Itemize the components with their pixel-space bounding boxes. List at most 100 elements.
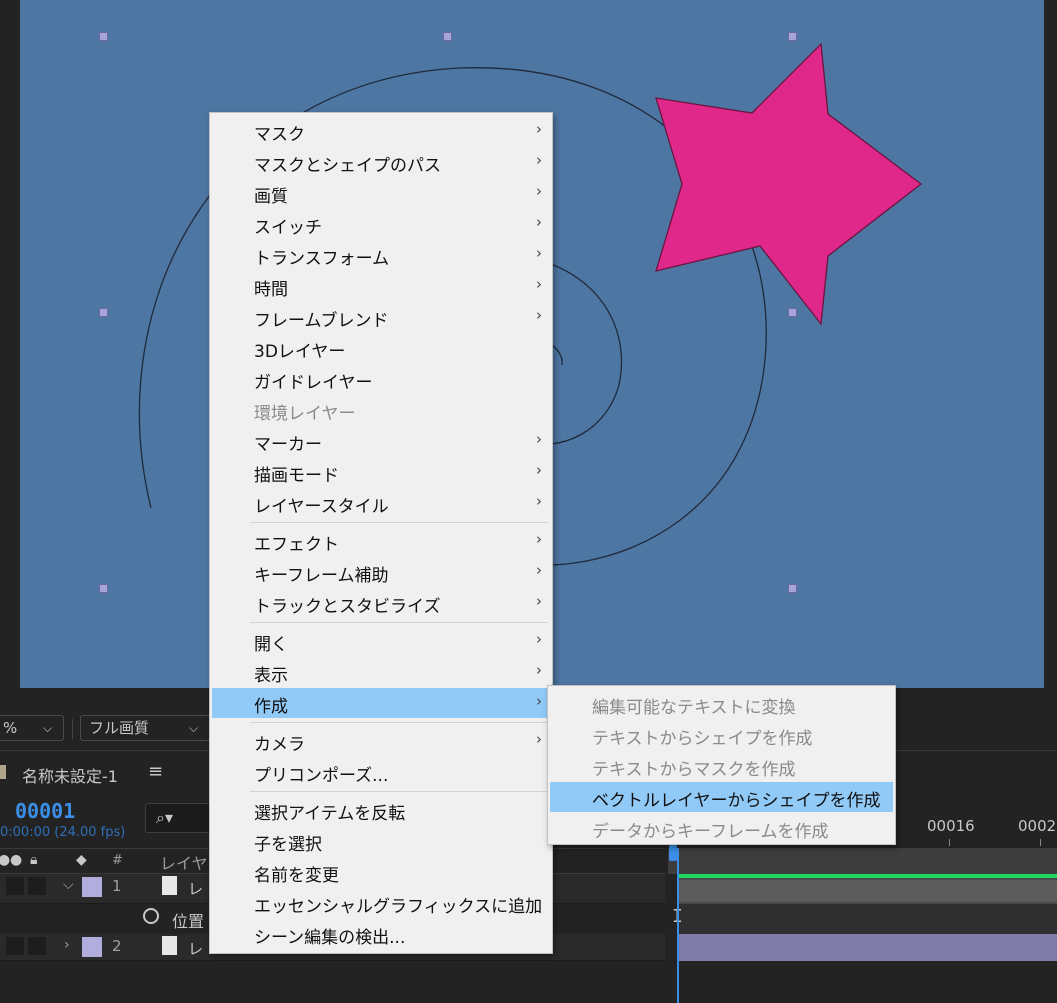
menu-item[interactable]: トラックとスタビライズ › xyxy=(212,588,550,618)
menu-item-label: 時間 xyxy=(254,280,288,300)
menu-item-label: 子を選択 xyxy=(254,835,322,855)
menu-item[interactable]: マーカー › xyxy=(212,426,550,456)
layer-number-header: # xyxy=(112,853,123,868)
eye-icon[interactable]: ● xyxy=(0,852,10,868)
menu-item[interactable]: 名前を変更 xyxy=(212,857,550,887)
menu-item[interactable]: マスク › xyxy=(212,116,550,146)
menu-item[interactable]: プリコンポーズ... xyxy=(212,757,550,787)
chevron-right-icon: › xyxy=(536,244,542,262)
menu-item[interactable]: カメラ › xyxy=(212,726,550,756)
solo-switch[interactable] xyxy=(6,937,24,955)
menu-item-label: 開く xyxy=(254,635,288,655)
chevron-right-icon: › xyxy=(536,530,542,548)
menu-item[interactable]: キーフレーム補助 › xyxy=(212,557,550,587)
chevron-right-icon: › xyxy=(536,692,542,710)
zoom-dropdown[interactable]: % ⌵ xyxy=(0,715,64,741)
menu-separator xyxy=(250,722,548,723)
property-name: 位置 xyxy=(172,912,205,931)
menu-item-label: マスク xyxy=(254,125,305,145)
resolution-dropdown[interactable]: フル画質 ⌵ xyxy=(80,715,210,741)
bbox-handle-tl[interactable] xyxy=(99,32,108,41)
layer-number: 2 xyxy=(112,937,122,955)
layer-name[interactable]: レ xyxy=(188,938,203,959)
bbox-handle-ml[interactable] xyxy=(99,308,108,317)
submenu-item[interactable]: ベクトルレイヤーからシェイプを作成 xyxy=(550,782,893,812)
create-submenu: 編集可能なテキストに変換 テキストからシェイプを作成 テキストからマスクを作成 ベクト… xyxy=(547,685,896,845)
submenu-item-label: データからキーフレームを作成 xyxy=(592,822,829,842)
property-track[interactable] xyxy=(678,904,1057,934)
menu-item[interactable]: 描画モード › xyxy=(212,457,550,487)
menu-item-label: ガイドレイヤー xyxy=(254,373,373,393)
submenu-item-label: テキストからシェイプを作成 xyxy=(592,729,813,749)
chevron-right-icon: › xyxy=(536,461,542,479)
menu-item[interactable]: 時間 › xyxy=(212,271,550,301)
menu-item-label: トラックとスタビライズ xyxy=(254,597,441,617)
menu-item-label: スイッチ xyxy=(254,218,322,238)
menu-item[interactable]: 開く › xyxy=(212,626,550,656)
current-timecode[interactable]: 00001 xyxy=(15,799,75,823)
lock-icon[interactable]: 🔒︎ xyxy=(30,852,37,868)
menu-item-label: 作成 xyxy=(254,697,288,717)
search-icon: ⌕▾ xyxy=(156,808,173,827)
menu-item[interactable]: 表示 › xyxy=(212,657,550,687)
bbox-handle-mr[interactable] xyxy=(788,308,797,317)
work-area-bar[interactable] xyxy=(668,848,1057,874)
bbox-handle-br[interactable] xyxy=(788,584,797,593)
ruler-tick xyxy=(1040,839,1041,846)
chevron-right-icon: › xyxy=(536,306,542,324)
chevron-right-icon: › xyxy=(536,630,542,648)
menu-item-label: 3Dレイヤー xyxy=(254,342,346,362)
menu-item[interactable]: 3Dレイヤー xyxy=(212,333,550,363)
bbox-handle-tr[interactable] xyxy=(788,32,797,41)
divider xyxy=(72,719,73,739)
submenu-item: テキストからマスクを作成 xyxy=(550,751,893,781)
layer-duration-bar[interactable] xyxy=(678,934,1057,961)
stopwatch-icon[interactable] xyxy=(143,908,159,924)
chevron-right-icon: › xyxy=(536,561,542,579)
menu-item[interactable]: シーン編集の検出... xyxy=(212,919,550,949)
layer-context-menu: マスク › マスクとシェイプのパス › 画質 › スイッチ › トランスフォーム › 時間 › フレーム… xyxy=(209,112,553,954)
playhead-line[interactable] xyxy=(677,848,679,1003)
menu-item-label: プリコンポーズ... xyxy=(254,766,389,786)
playhead-handle[interactable] xyxy=(669,845,677,861)
chevron-right-icon: › xyxy=(536,661,542,679)
lock-switch[interactable] xyxy=(28,877,46,895)
menu-item-label: トランスフォーム xyxy=(254,249,390,269)
menu-item-label: エッセンシャルグラフィックスに追加 xyxy=(254,897,543,917)
bbox-handle-bl[interactable] xyxy=(99,584,108,593)
menu-item[interactable]: ガイドレイヤー xyxy=(212,364,550,394)
menu-item[interactable]: エッセンシャルグラフィックスに追加 xyxy=(212,888,550,918)
menu-item[interactable]: フレームブレンド › xyxy=(212,302,550,332)
chevron-right-icon[interactable]: › xyxy=(64,937,70,953)
label-color[interactable] xyxy=(82,937,102,957)
solo-switch[interactable] xyxy=(6,877,24,895)
layer-duration-bar[interactable] xyxy=(678,874,1057,904)
menu-item-label: マスクとシェイプのパス xyxy=(254,156,441,176)
timeline-tab[interactable]: 名称未設定-1 xyxy=(22,763,118,787)
layer-bar-fill xyxy=(678,880,1057,902)
label-tag-icon[interactable]: ◆ xyxy=(76,852,87,868)
menu-item[interactable]: 子を選択 xyxy=(212,826,550,856)
label-color[interactable] xyxy=(82,877,102,897)
menu-item[interactable]: トランスフォーム › xyxy=(212,240,550,270)
chevron-right-icon: › xyxy=(536,730,542,748)
menu-item[interactable]: マスクとシェイプのパス › xyxy=(212,147,550,177)
layer-name[interactable]: レ xyxy=(188,878,203,899)
layer-search-field[interactable]: ⌕▾ xyxy=(145,803,215,833)
menu-item[interactable]: スイッチ › xyxy=(212,209,550,239)
menu-item[interactable]: エフェクト › xyxy=(212,526,550,556)
menu-item[interactable]: レイヤースタイル › xyxy=(212,488,550,518)
chevron-down-icon[interactable]: ⌵ xyxy=(63,877,74,893)
menu-item[interactable]: 作成 › xyxy=(212,688,550,718)
solo-icon[interactable]: ● xyxy=(10,852,22,868)
shape-layer-icon xyxy=(162,876,177,895)
bbox-handle-tc[interactable] xyxy=(443,32,452,41)
chevron-right-icon: › xyxy=(536,592,542,610)
menu-item[interactable]: 選択アイテムを反転 xyxy=(212,795,550,825)
shape-layer-icon xyxy=(162,936,177,955)
lock-switch[interactable] xyxy=(28,937,46,955)
menu-item: 環境レイヤー xyxy=(212,395,550,425)
menu-separator xyxy=(250,622,548,623)
menu-item[interactable]: 画質 › xyxy=(212,178,550,208)
panel-menu-icon[interactable]: ≡ xyxy=(148,761,163,782)
